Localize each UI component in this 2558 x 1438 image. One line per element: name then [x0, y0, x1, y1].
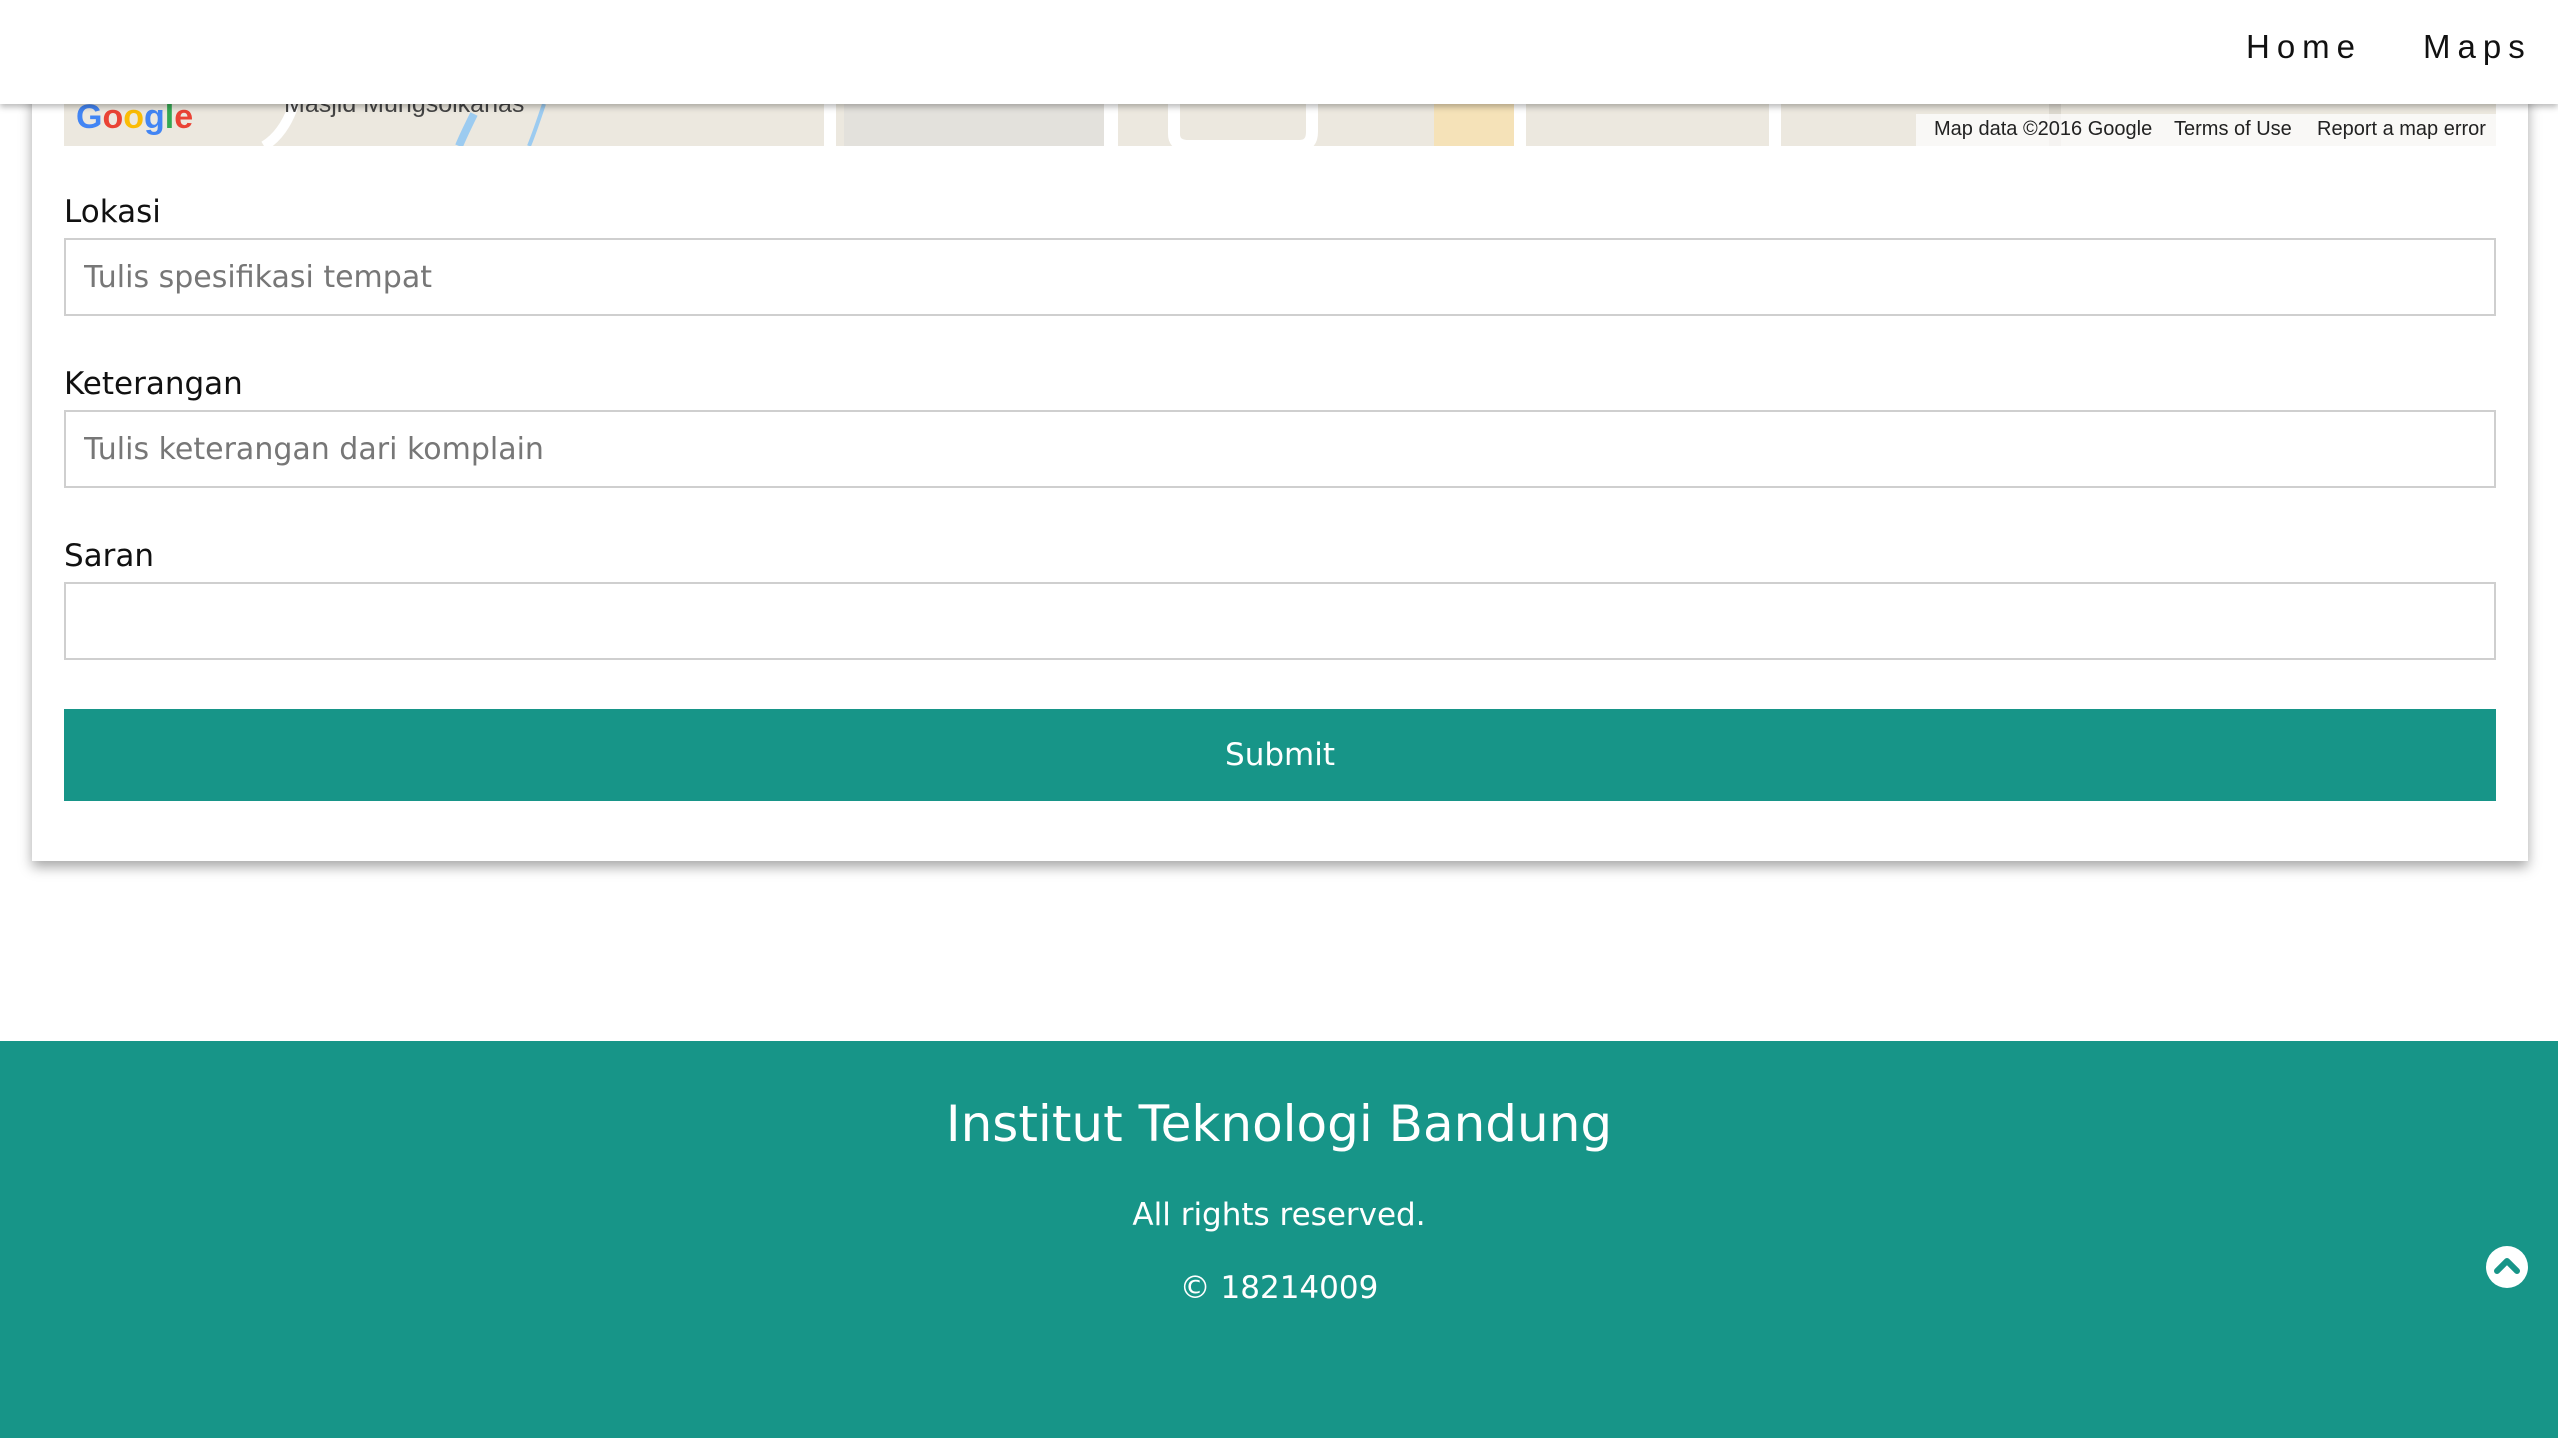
- map-attribution: Map data ©2016 Google: [1934, 118, 2153, 140]
- nav-home-link[interactable]: Home: [2246, 28, 2362, 66]
- chevron-up-icon: [2494, 1258, 2520, 1274]
- submit-button[interactable]: Submit: [64, 709, 2496, 801]
- keterangan-input[interactable]: [64, 410, 2496, 488]
- saran-label: Saran: [64, 538, 155, 574]
- scroll-to-top-button[interactable]: [2486, 1246, 2528, 1288]
- lokasi-input[interactable]: [64, 238, 2496, 316]
- map-report-error-link[interactable]: Report a map error: [2317, 118, 2486, 141]
- google-logo: Google: [76, 104, 194, 136]
- map-terms-link[interactable]: Terms of Use: [2174, 118, 2292, 141]
- footer-copyright: © 18214009: [1179, 1270, 1379, 1306]
- saran-input[interactable]: [64, 582, 2496, 660]
- nav-maps-link[interactable]: Maps: [2423, 28, 2532, 66]
- lokasi-label: Lokasi: [64, 194, 161, 230]
- footer: Institut Teknologi Bandung All rights re…: [0, 1041, 2558, 1438]
- map-place-label: Masjid Mungsolkanas: [284, 104, 525, 118]
- footer-rights: All rights reserved.: [1132, 1197, 1426, 1233]
- keterangan-label: Keterangan: [64, 366, 243, 402]
- top-navbar: Home Maps: [0, 0, 2558, 104]
- footer-title: Institut Teknologi Bandung: [945, 1095, 1613, 1153]
- map-view[interactable]: Google Masjid Mungsolkanas Map data ©201…: [64, 104, 2496, 146]
